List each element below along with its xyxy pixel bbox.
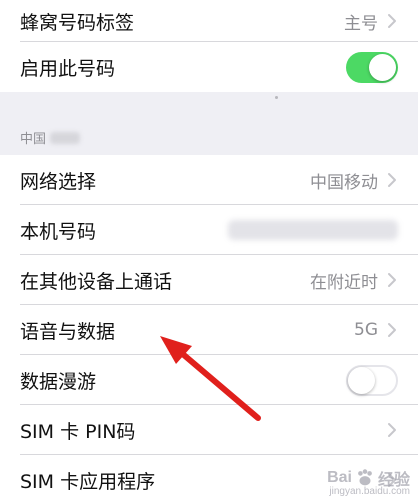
chevron-right-icon <box>386 11 398 31</box>
voice-data-row[interactable]: 语音与数据 5G <box>0 305 418 355</box>
calls-other-devices-value: 在附近时 <box>310 272 378 293</box>
enable-line-label: 启用此号码 <box>20 57 116 80</box>
watermark-brand: Bai <box>327 469 352 486</box>
chevron-right-icon <box>386 420 398 440</box>
chevron-right-icon <box>386 170 398 190</box>
data-roaming-toggle[interactable] <box>346 364 398 396</box>
voice-data-value: 5G <box>354 320 378 340</box>
sim-pin-row[interactable]: SIM 卡 PIN码 <box>0 405 418 455</box>
blurred-phone-number <box>228 220 398 240</box>
data-roaming-row: 数据漫游 <box>0 355 418 405</box>
baidu-jingyan-watermark: Bai 经验 jingyan.baidu.com <box>327 466 410 497</box>
network-selection-row[interactable]: 网络选择 中国移动 <box>0 155 418 205</box>
data-roaming-label: 数据漫游 <box>20 370 97 393</box>
my-number-label: 本机号码 <box>20 220 97 243</box>
cellular-label-label: 蜂窝号码标签 <box>20 11 135 34</box>
top-settings-group: 蜂窝号码标签 主号 启用此号码 <box>0 0 418 92</box>
calls-other-devices-label: 在其他设备上通话 <box>20 270 173 293</box>
cellular-label-value: 主号 <box>344 13 378 34</box>
chevron-right-icon <box>386 320 398 340</box>
network-selection-value: 中国移动 <box>310 172 378 193</box>
voice-data-label: 语音与数据 <box>20 320 116 343</box>
network-selection-label: 网络选择 <box>20 170 97 193</box>
my-number-row[interactable]: 本机号码 <box>0 205 418 255</box>
carrier-settings-group: 网络选择 中国移动 本机号码 在其他设备上通话 在附近时 语音与数据 5G 数据… <box>0 155 418 498</box>
chevron-right-icon <box>386 270 398 290</box>
watermark-url: jingyan.baidu.com <box>329 486 410 497</box>
sim-pin-label: SIM 卡 PIN码 <box>20 420 136 443</box>
toggle-knob <box>369 53 396 81</box>
section-header-text: 中国 <box>20 132 47 147</box>
enable-line-toggle[interactable] <box>346 51 398 83</box>
enable-line-row: 启用此号码 <box>0 42 418 92</box>
toggle-knob <box>348 366 375 394</box>
calls-other-devices-row[interactable]: 在其他设备上通话 在附近时 <box>0 255 418 305</box>
separator-dot <box>275 96 278 99</box>
cellular-label-row[interactable]: 蜂窝号码标签 主号 <box>0 0 418 42</box>
blurred-carrier-name <box>50 131 81 144</box>
section-header: 中国 <box>20 128 81 147</box>
